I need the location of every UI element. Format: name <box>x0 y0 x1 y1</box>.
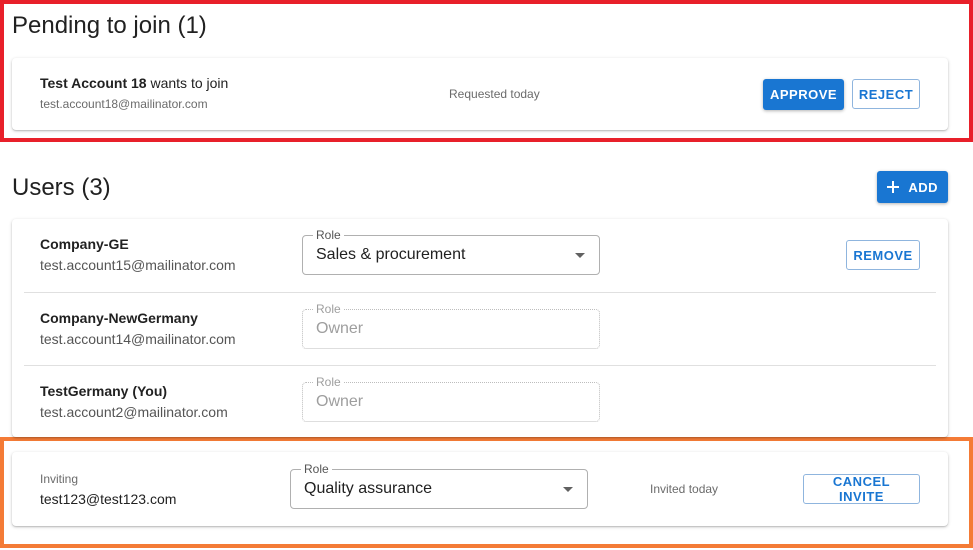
reject-button[interactable]: REJECT <box>852 79 920 109</box>
approve-button[interactable]: APPROVE <box>763 79 844 110</box>
user-row: TestGermany (You) test.account2@mailinat… <box>24 365 936 438</box>
invite-role-label: Role <box>301 462 332 476</box>
dropdown-caret-icon <box>575 253 585 258</box>
invite-date-text: Invited today <box>650 482 719 496</box>
invite-role-select[interactable]: Role Quality assurance <box>290 462 588 509</box>
pending-request-name: Test Account 18 <box>40 75 147 91</box>
user-row: Company-NewGermany test.account14@mailin… <box>24 292 936 365</box>
pending-request-action: wants to join <box>146 75 229 91</box>
user-name: TestGermany (You) <box>40 383 168 399</box>
invite-card: Inviting test123@test123.com Role Qualit… <box>12 452 948 526</box>
pending-request-card: Test Account 18 wants to join test.accou… <box>12 58 948 130</box>
role-field-disabled: Role Owner <box>302 375 600 422</box>
invite-status-label: Inviting <box>40 472 79 486</box>
pending-request-email: test.account18@mailinator.com <box>40 97 208 111</box>
role-select-value: Sales & procurement <box>316 246 466 263</box>
role-field-value: Owner <box>316 320 364 337</box>
add-user-button[interactable]: ADD <box>877 171 948 203</box>
add-user-label: ADD <box>908 179 938 195</box>
user-email: test.account2@mailinator.com <box>40 404 228 420</box>
role-field-label: Role <box>313 375 344 389</box>
dropdown-caret-icon <box>563 487 573 492</box>
role-field-disabled: Role Owner <box>302 302 600 349</box>
user-email: test.account15@mailinator.com <box>40 257 236 273</box>
role-select-label: Role <box>313 228 344 242</box>
user-name: Company-NewGermany <box>40 310 198 326</box>
role-select[interactable]: Role Sales & procurement <box>302 228 600 275</box>
invite-role-value: Quality assurance <box>304 480 433 497</box>
pending-request-status: Requested today <box>449 87 540 101</box>
role-field-label: Role <box>313 302 344 316</box>
user-email: test.account14@mailinator.com <box>40 331 236 347</box>
user-row: Company-GE test.account15@mailinator.com… <box>24 219 936 292</box>
pending-request-text: Test Account 18 wants to join <box>40 75 228 91</box>
user-name: Company-GE <box>40 236 129 252</box>
role-field-value: Owner <box>316 393 364 410</box>
pending-section-title: Pending to join (1) <box>12 12 207 39</box>
remove-user-button[interactable]: REMOVE <box>846 240 920 270</box>
plus-icon <box>887 181 900 193</box>
invite-email: test123@test123.com <box>40 491 177 507</box>
users-section-title: Users (3) <box>12 174 111 201</box>
cancel-invite-button[interactable]: CANCEL INVITE <box>803 474 920 504</box>
users-list-card: Company-GE test.account15@mailinator.com… <box>12 219 948 437</box>
